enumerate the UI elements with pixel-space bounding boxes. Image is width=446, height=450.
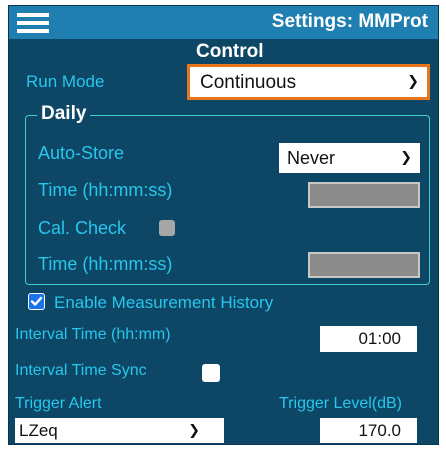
run-mode-select[interactable]: Continuous ❯ [187,64,430,100]
chevron-down-icon: ❯ [407,72,419,89]
run-mode-value: Continuous [200,72,297,93]
interval-sync-checkbox[interactable] [202,364,220,382]
title-bar: Settings: MMProt [9,6,438,39]
daily-time-label-2: Time (hh:mm:ss) [38,254,173,274]
checkmark-icon [30,296,43,306]
daily-time-input-1[interactable] [308,182,420,208]
trigger-level-label: Trigger Level(dB) [279,395,403,412]
daily-legend: Daily [37,103,91,125]
interval-sync-label: Interval Time Sync [15,362,147,379]
trigger-alert-select[interactable]: LZeq ❯ [15,418,224,443]
trigger-alert-label: Trigger Alert [15,395,102,412]
cal-check-checkbox[interactable] [159,220,175,236]
run-mode-label: Run Mode [26,72,105,91]
trigger-alert-value: LZeq [19,421,58,440]
auto-store-value: Never [287,148,336,168]
auto-store-label: Auto-Store [38,143,125,163]
interval-time-label: Interval Time (hh:mm) [15,326,171,343]
chevron-down-icon: ❯ [188,421,200,438]
auto-store-select[interactable]: Never ❯ [279,143,420,173]
control-section-title: Control [196,41,264,62]
cal-check-label: Cal. Check [38,218,127,238]
trigger-level-input[interactable]: 170.0 [320,418,417,443]
chevron-down-icon: ❯ [400,148,412,165]
daily-time-label-1: Time (hh:mm:ss) [38,180,173,200]
enable-history-checkbox[interactable] [28,293,45,310]
daily-time-input-2[interactable] [308,252,420,278]
hamburger-menu-icon[interactable] [17,13,49,33]
enable-history-label[interactable]: Enable Measurement History [54,293,273,313]
settings-panel: Settings: MMProt Control Run Mode Contin… [8,5,439,445]
page-title: Settings: MMProt [271,11,428,32]
interval-time-input[interactable]: 01:00 [320,326,417,352]
